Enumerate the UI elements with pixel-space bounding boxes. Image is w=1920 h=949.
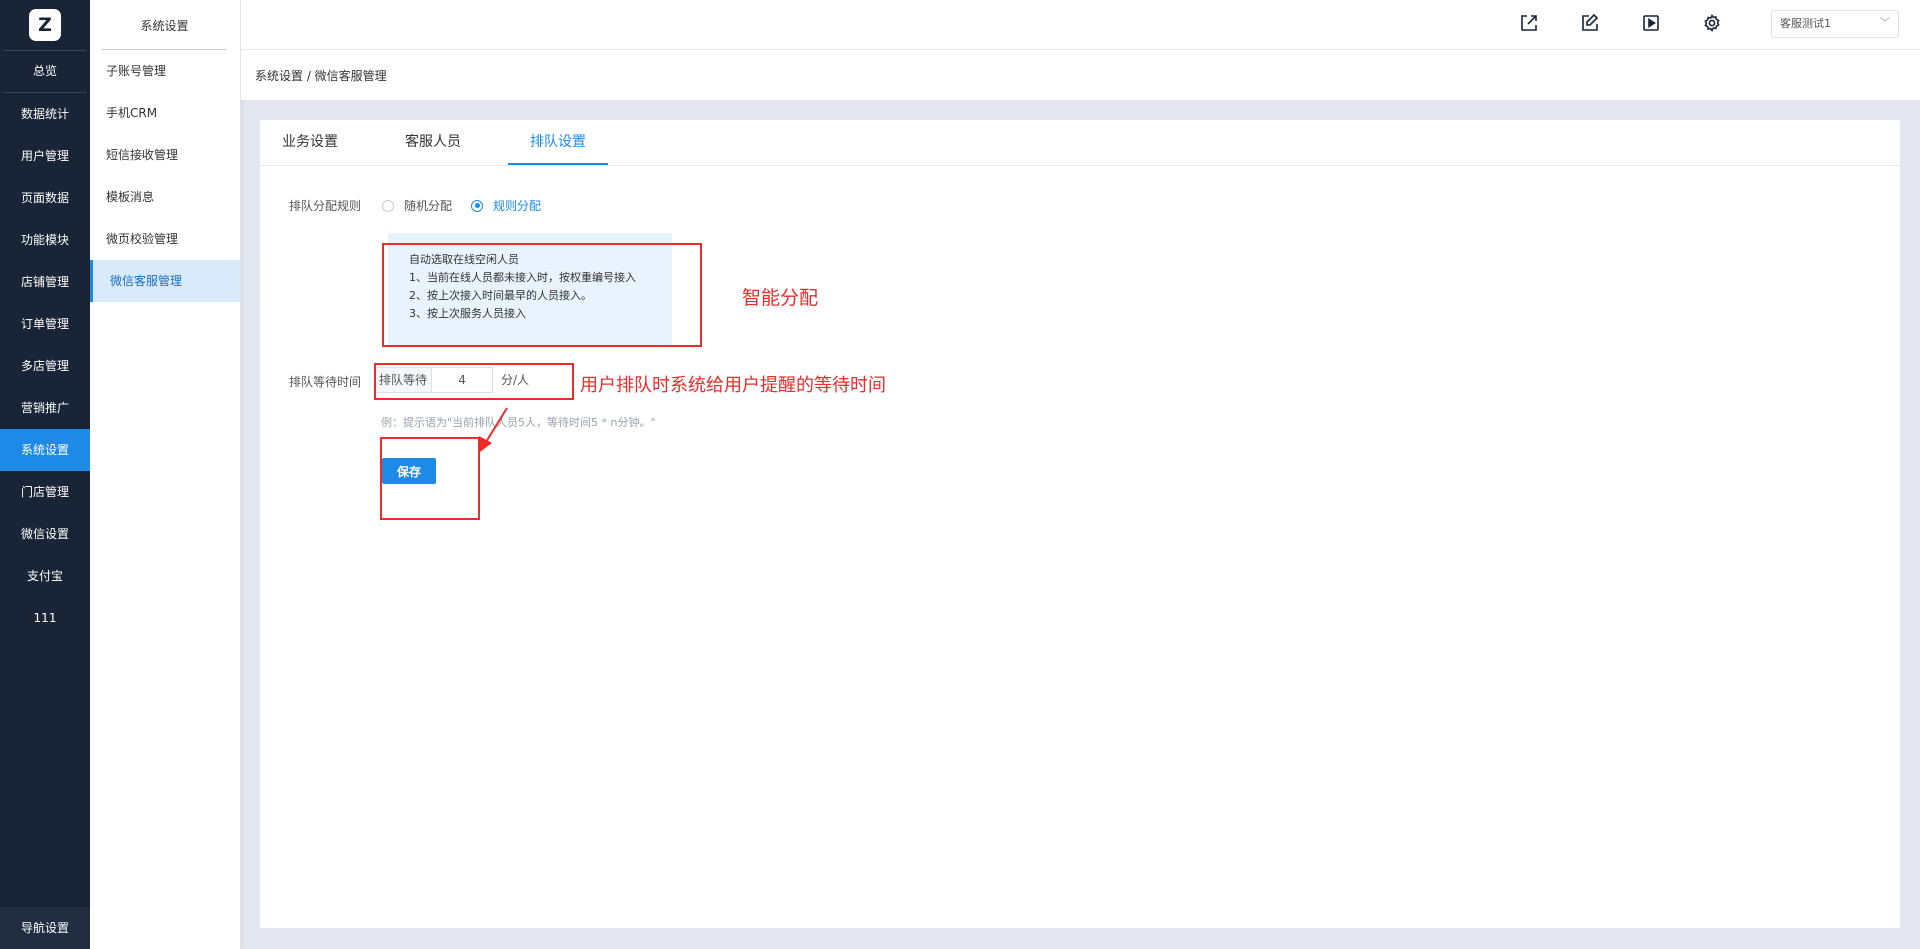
logo-badge: Z (29, 9, 61, 41)
logo-letter: Z (38, 14, 52, 36)
gear-icon[interactable] (1700, 11, 1724, 35)
logo[interactable]: Z (0, 0, 90, 50)
nav-item-stores[interactable]: 店铺管理 (0, 261, 90, 303)
external-link-icon[interactable] (1517, 11, 1541, 35)
nav-item-alipay[interactable]: 支付宝 (0, 555, 90, 597)
nav-item-orders[interactable]: 订单管理 (0, 303, 90, 345)
account-select[interactable]: 客服测试1 ﹀ (1771, 10, 1899, 38)
top-bar: 客服测试1 ﹀ (241, 0, 1920, 50)
nav-settings-button[interactable]: 导航设置 (0, 907, 90, 949)
main-sidebar: Z 总览 数据统计 用户管理 页面数据 功能模块 店铺管理 订单管理 多店管理 … (0, 0, 90, 949)
breadcrumb-bar: 系统设置 / 微信客服管理 (241, 50, 1920, 100)
subnav-item-wechat-service[interactable]: 微信客服管理 (90, 260, 240, 302)
nav-item-marketing[interactable]: 营销推广 (0, 387, 90, 429)
subnav-item-template-messages[interactable]: 模板消息 (90, 176, 240, 218)
nav-item-system-settings[interactable]: 系统设置 (0, 429, 90, 471)
subnav-item-page-verification[interactable]: 微页校验管理 (90, 218, 240, 260)
nav-item-shop-management[interactable]: 门店管理 (0, 471, 90, 513)
edit-icon[interactable] (1578, 11, 1602, 35)
nav-item-overview[interactable]: 总览 (0, 50, 90, 92)
secondary-sidebar: 系统设置 子账号管理 手机CRM 短信接收管理 模板消息 微页校验管理 微信客服… (90, 0, 241, 949)
breadcrumb: 系统设置 / 微信客服管理 (255, 69, 387, 83)
content-card: 业务设置 客服人员 排队设置 排队分配规则 随机分配 规则分配 自动选取在线空闲… (260, 120, 1900, 928)
nav-item-modules[interactable]: 功能模块 (0, 219, 90, 261)
annotation-arrow-icon (479, 407, 508, 452)
nav-item-statistics[interactable]: 数据统计 (0, 93, 90, 135)
nav-item-page-data[interactable]: 页面数据 (0, 177, 90, 219)
nav-item-users[interactable]: 用户管理 (0, 135, 90, 177)
play-icon[interactable] (1639, 11, 1663, 35)
account-name: 客服测试1 (1780, 17, 1831, 30)
subnav-item-sms[interactable]: 短信接收管理 (90, 134, 240, 176)
subnav-title: 系统设置 (102, 0, 227, 50)
subnav-item-mobile-crm[interactable]: 手机CRM (90, 92, 240, 134)
nav-item-111[interactable]: 111 (0, 597, 90, 639)
subnav-item-sub-accounts[interactable]: 子账号管理 (90, 50, 240, 92)
annotation-wait-description: 用户排队时系统给用户提醒的等待时间 (580, 375, 886, 396)
chevron-down-icon: ﹀ (1880, 18, 1890, 29)
annotation-smart-allocation: 智能分配 (742, 287, 819, 309)
nav-item-wechat-settings[interactable]: 微信设置 (0, 513, 90, 555)
nav-item-multi-store[interactable]: 多店管理 (0, 345, 90, 387)
